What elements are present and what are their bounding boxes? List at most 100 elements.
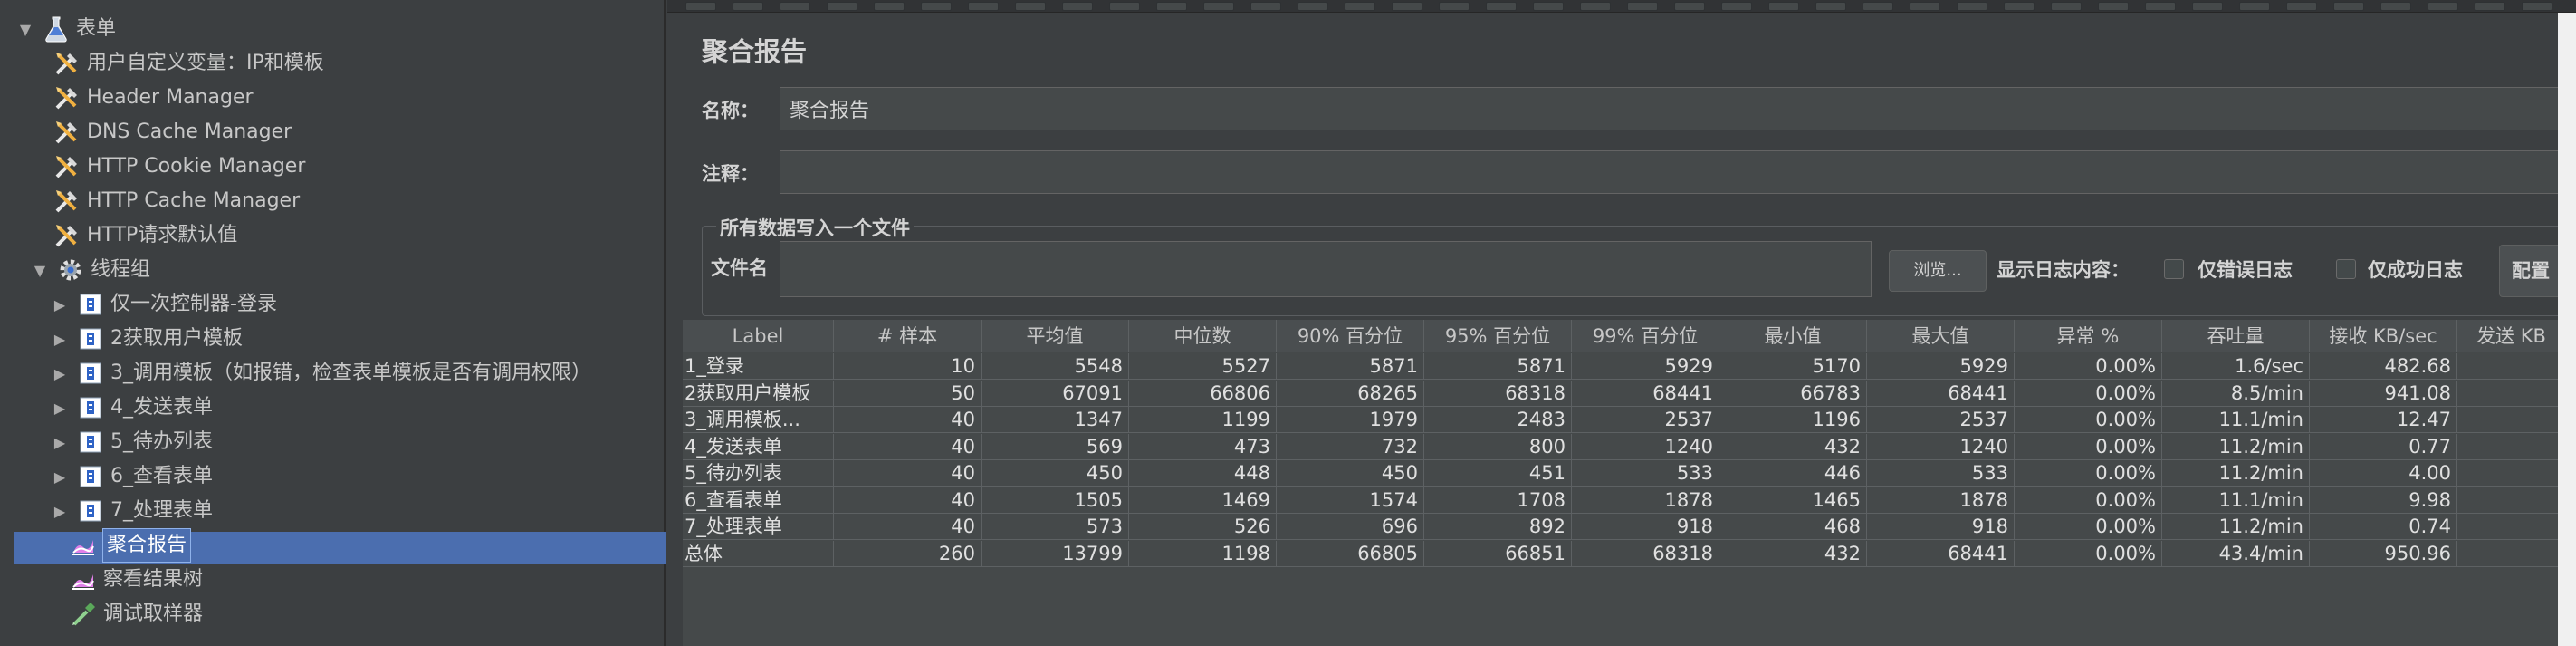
tree-collapsed-icon[interactable]: ▶ [51, 330, 69, 348]
tree-item[interactable]: 聚合报告 [69, 528, 192, 563]
table-cell: 446 [1719, 460, 1867, 487]
toolbar-button[interactable] [1250, 2, 1281, 11]
column-header[interactable]: 95% 百分位 [1424, 320, 1572, 352]
configure-button[interactable]: 配置 [2499, 245, 2562, 297]
toolbar-button[interactable] [1345, 2, 1375, 11]
toolbar-button[interactable] [1486, 2, 1517, 11]
tree-item[interactable]: HTTP Cache Manager [53, 185, 300, 217]
toolbar-button[interactable] [968, 2, 999, 11]
toolbar-button[interactable] [2145, 2, 2176, 11]
toolbar-button[interactable] [1392, 2, 1422, 11]
toolbar-button[interactable] [1062, 2, 1093, 11]
toolbar-button[interactable] [1910, 2, 1940, 11]
column-header[interactable]: 异常 % [2015, 320, 2162, 352]
toolbar-button[interactable] [2192, 2, 2223, 11]
filename-input[interactable] [780, 241, 1872, 297]
toolbar-button[interactable] [2239, 2, 2270, 11]
toolbar-button[interactable] [733, 2, 763, 11]
tree-item[interactable]: HTTP请求默认值 [53, 219, 237, 252]
table-row[interactable]: 6_查看表单 40 1505 1469 1574 1708 1878 1465 1878 0.00… [683, 487, 2566, 514]
tree-collapsed-icon[interactable]: ▶ [51, 468, 69, 486]
tree-item[interactable]: HTTP Cookie Manager [53, 150, 305, 183]
toolbar-button[interactable] [2286, 2, 2317, 11]
table-row[interactable]: 2获取用户模板 50 67091 66806 68265 68318 68441 66783 6… [683, 380, 2566, 407]
column-header[interactable]: 中位数 [1129, 320, 1277, 352]
tree-expanded-icon[interactable]: ▼ [31, 261, 49, 279]
toolbar-button[interactable] [2380, 2, 2411, 11]
table-row[interactable]: 总体 260 13799 1198 66805 66851 68318 432 68441 0.0… [683, 540, 2566, 567]
toolbar-button[interactable] [780, 2, 810, 11]
toolbar-button[interactable] [874, 2, 905, 11]
toolbar-button[interactable] [1203, 2, 1234, 11]
toolbar-button[interactable] [2098, 2, 2129, 11]
table-row[interactable]: 3_调用模板... 40 1347 1199 1979 2483 2537 1196 2537 0… [683, 407, 2566, 433]
tree-collapsed-icon[interactable]: ▶ [51, 295, 69, 313]
vertical-scrollbar[interactable] [2558, 13, 2576, 646]
toolbar-button[interactable] [921, 2, 952, 11]
table-row[interactable]: 4_发送表单 40 569 473 732 800 1240 432 1240 0.00% 11.2… [683, 433, 2566, 460]
column-header[interactable]: # 样本 [834, 320, 982, 352]
tree-item[interactable]: ▶ 7_处理表单 [51, 495, 213, 527]
column-header[interactable]: Label [683, 320, 834, 352]
toolbar-button[interactable] [2475, 2, 2505, 11]
browse-button[interactable]: 浏览... [1889, 250, 1987, 292]
tree-item[interactable]: 调试取样器 [69, 598, 203, 631]
toolbar-button[interactable] [685, 2, 716, 11]
tree-item[interactable]: ▼ 线程组 [31, 254, 150, 286]
column-header[interactable]: 平均值 [982, 320, 1129, 352]
tree-item[interactable]: 用户自定义变量：IP和模板 [53, 47, 324, 80]
toolbar-button[interactable] [1863, 2, 1893, 11]
column-header[interactable]: 接收 KB/sec [2310, 320, 2457, 352]
tree-item[interactable]: ▶ 5_待办列表 [51, 426, 213, 458]
tree-item[interactable]: ▶ 仅一次控制器-登录 [51, 288, 277, 321]
table-row[interactable]: 7_处理表单 40 573 526 696 892 918 468 918 0.00% 11.2/m… [683, 514, 2566, 540]
toolbar-button[interactable] [1533, 2, 1564, 11]
tree-item[interactable]: ▶ 6_查看表单 [51, 460, 213, 493]
toolbar-button[interactable] [1439, 2, 1470, 11]
tree-collapsed-icon[interactable]: ▶ [51, 502, 69, 520]
tree-item[interactable]: 察看结果树 [69, 564, 203, 596]
tree-item[interactable]: ▶ 4_发送表单 [51, 391, 213, 424]
name-input[interactable] [780, 87, 2569, 130]
toolbar-button[interactable] [1721, 2, 1752, 11]
tree-item[interactable]: ▼ 表单 [16, 13, 116, 45]
column-header[interactable]: 发送 KB [2457, 320, 2566, 352]
toolbar-button[interactable] [1674, 2, 1705, 11]
success-only-checkbox[interactable] [2336, 259, 2356, 279]
tree-collapsed-icon[interactable]: ▶ [51, 433, 69, 451]
toolbar-button[interactable] [2333, 2, 2364, 11]
toolbar-button[interactable] [1957, 2, 1987, 11]
toolbar-button[interactable] [1768, 2, 1799, 11]
table-row[interactable]: 1_登录 10 5548 5527 5871 5871 5929 5170 5929 0.00% 1… [683, 353, 2566, 380]
tree-collapsed-icon[interactable]: ▶ [51, 399, 69, 417]
toolbar-button[interactable] [2051, 2, 2082, 11]
toolbar-button[interactable] [2004, 2, 2035, 11]
column-header[interactable]: 最大值 [1867, 320, 2015, 352]
toolbar-button[interactable] [2428, 2, 2458, 11]
tree-item[interactable]: ▶ 3_调用模板（如报错，检查表单模板是否有调用权限） [51, 357, 591, 390]
toolbar-button[interactable] [1109, 2, 1140, 11]
toolbar-button[interactable] [2522, 2, 2552, 11]
comment-input[interactable] [780, 150, 2569, 194]
table-row[interactable]: 5_待办列表 40 450 448 450 451 533 446 533 0.00% 11.2/m… [683, 460, 2566, 487]
tree-expanded-icon[interactable]: ▼ [16, 20, 34, 38]
column-header[interactable]: 最小值 [1719, 320, 1867, 352]
errors-only-checkbox[interactable] [2164, 259, 2184, 279]
toolbar-button[interactable] [1580, 2, 1611, 11]
tree-item[interactable]: DNS Cache Manager [53, 116, 292, 149]
column-header[interactable]: 99% 百分位 [1572, 320, 1719, 352]
log-display-label: 显示日志内容： [1997, 259, 2130, 281]
tree-item[interactable]: Header Manager [53, 82, 254, 114]
tree-collapsed-icon[interactable]: ▶ [51, 364, 69, 382]
toolbar-button[interactable] [827, 2, 857, 11]
toolbar-button[interactable] [1298, 2, 1328, 11]
toolbar-button[interactable] [1815, 2, 1846, 11]
tree-item[interactable]: ▶ 2获取用户模板 [51, 323, 243, 355]
aggregate-results-table[interactable]: Label # 样本 平均值 中位数 90% 百分位 95% 百分位 99% 百分位 最小值最… [683, 320, 2566, 646]
column-header[interactable]: 90% 百分位 [1277, 320, 1424, 352]
test-plan-tree[interactable]: ▼ 表单 用户自定义变量：IP和模板 Header Manager DNS Cache … [0, 0, 666, 646]
toolbar-button[interactable] [1015, 2, 1046, 11]
toolbar-button[interactable] [1156, 2, 1187, 11]
column-header[interactable]: 吞吐量 [2162, 320, 2310, 352]
toolbar-button[interactable] [1627, 2, 1658, 11]
